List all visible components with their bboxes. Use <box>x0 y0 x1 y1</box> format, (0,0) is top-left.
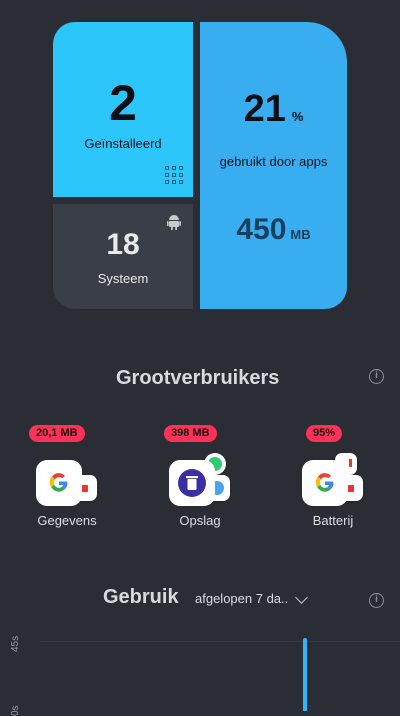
installed-apps-tile[interactable]: 2 Geïnstalleerd <box>53 22 193 197</box>
system-label: Systeem <box>97 271 149 286</box>
chart-gridline <box>40 641 400 642</box>
cleaner-icon <box>169 460 215 506</box>
consumers-title: Grootverbruikers <box>116 367 280 389</box>
used-label: gebruikt door apps <box>219 154 328 169</box>
consumer-storage[interactable]: 398 MB Opslag <box>150 425 250 528</box>
installed-label: Geïnstalleerd <box>84 136 162 151</box>
google-icon <box>36 460 82 506</box>
y-tick-label: 45s <box>10 635 21 652</box>
consumer-badge: 398 MB <box>164 425 217 442</box>
used-percent-unit: % <box>291 109 304 124</box>
used-percent: 21% <box>200 88 347 131</box>
used-by-apps-tile[interactable]: 21% gebruikt door apps 450 MB <box>200 22 347 309</box>
consumer-battery[interactable]: 95% Batterij <box>283 425 383 528</box>
consumer-label: Gegevens <box>37 513 97 528</box>
usage-bar <box>303 638 307 711</box>
google-icon <box>302 460 348 506</box>
chevron-down-icon[interactable] <box>295 591 308 604</box>
consumer-label: Opslag <box>179 513 221 528</box>
system-count: 18 <box>106 228 140 261</box>
consumers-info-icon[interactable]: i <box>369 369 384 384</box>
usage-info-icon[interactable]: i <box>369 593 384 608</box>
used-size-unit: MB <box>290 227 311 242</box>
system-apps-tile[interactable]: 18 Systeem <box>53 204 193 309</box>
consumer-data[interactable]: 20,1 MB Gegevens <box>17 425 117 528</box>
usage-title: Gebruik <box>103 586 179 608</box>
installed-count: 2 <box>109 75 137 131</box>
consumer-badge: 20,1 MB <box>29 425 85 442</box>
storage-summary-tiles: 2 Geïnstalleerd 18 Systeem 21% gebruikt … <box>53 22 347 309</box>
apps-grid-icon <box>165 166 183 184</box>
consumer-badge: 95% <box>306 425 343 442</box>
used-size-value: 450 <box>236 213 287 246</box>
used-percent-value: 21 <box>243 88 286 130</box>
used-size: 450 MB <box>200 213 347 247</box>
period-selector[interactable]: afgelopen 7 da.. <box>195 591 288 606</box>
consumer-label: Batterij <box>312 513 354 528</box>
